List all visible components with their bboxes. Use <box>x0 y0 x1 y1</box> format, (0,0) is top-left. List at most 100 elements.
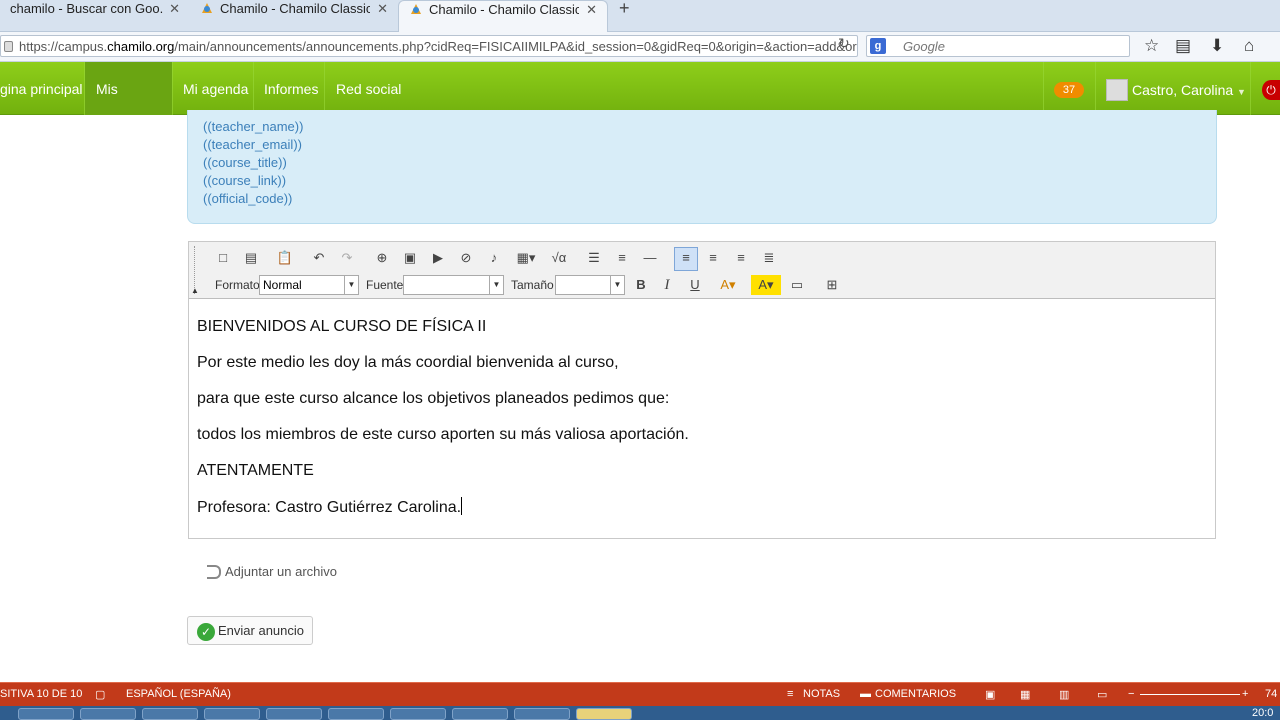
templates-icon[interactable]: ▤ <box>241 248 261 268</box>
bulleted-list-icon[interactable]: ☰ <box>584 248 604 268</box>
font-select[interactable]: ▼ <box>403 275 504 295</box>
taskbar-app-icon[interactable] <box>18 708 74 720</box>
tag-course-title: ((course_title)) <box>203 155 287 170</box>
size-select[interactable]: ▼ <box>555 275 625 295</box>
url-rest: /main/announcements/announcements.php?ci… <box>174 39 858 54</box>
close-icon[interactable]: ✕ <box>377 1 388 17</box>
chamilo-favicon-icon <box>200 1 214 15</box>
editor-toolbar: ▲ □ ▤ 📋 ↶ ↷ ⊕ ▣ ▶ ⊘ ♪ ▦▾ √α ☰ ≡ — ≡ ≡ ≡ … <box>189 242 1215 299</box>
format-value: Normal <box>263 278 302 292</box>
normal-view-icon[interactable]: ▣ <box>985 688 995 701</box>
taskbar-app-icon[interactable] <box>80 708 136 720</box>
taskbar-app-icon[interactable] <box>204 708 260 720</box>
italic-icon[interactable]: I <box>657 275 677 295</box>
tag-teacher-name: ((teacher_name)) <box>203 119 304 134</box>
redo-icon[interactable]: ↷ <box>337 248 357 268</box>
nav-my-courses[interactable]: Mis cursos <box>85 62 172 151</box>
send-announcement-button[interactable]: ✓ Enviar anuncio <box>187 616 313 645</box>
undo-icon[interactable]: ↶ <box>309 248 329 268</box>
zoom-out-icon[interactable]: − <box>1128 688 1134 700</box>
reading-view-icon[interactable]: ▥ <box>1059 688 1069 701</box>
fullscreen-icon[interactable]: ⊞ <box>822 275 842 295</box>
tag-teacher-email: ((teacher_email)) <box>203 137 302 152</box>
taskbar-app-icon[interactable] <box>142 708 198 720</box>
paste-icon[interactable]: 📋 <box>275 248 295 268</box>
table-icon[interactable]: ▦▾ <box>512 248 540 268</box>
spellcheck-icon[interactable]: ▢ <box>95 688 105 701</box>
skype-icon[interactable] <box>452 708 508 720</box>
chevron-down-icon: ▼ <box>610 276 624 294</box>
editor-content[interactable]: BIENVENIDOS AL CURSO DE FÍSICA II Por es… <box>197 317 1207 533</box>
bookmarks-list-icon[interactable]: ▤ <box>1175 36 1191 56</box>
zoom-in-icon[interactable]: + <box>1242 688 1248 700</box>
bookmark-star-icon[interactable]: ☆ <box>1144 36 1159 56</box>
audio-icon[interactable]: ♪ <box>484 248 504 268</box>
taskbar-app-icon[interactable] <box>328 708 384 720</box>
clock: 20:0 <box>1252 707 1274 719</box>
address-input[interactable]: https://campus.chamilo.org/main/announce… <box>0 35 858 57</box>
search-input[interactable]: g Google <box>866 35 1130 57</box>
collapse-toolbar-icon[interactable]: ▲ <box>191 286 199 295</box>
align-left-icon[interactable]: ≡ <box>674 247 698 271</box>
align-right-icon[interactable]: ≡ <box>731 248 751 268</box>
tag-course-link: ((course_link)) <box>203 173 287 188</box>
align-justify-icon[interactable]: ≣ <box>759 248 779 268</box>
reload-icon[interactable]: ↻ <box>838 35 850 52</box>
taskbar-app-icon[interactable] <box>576 708 632 720</box>
content-line: para que este curso alcance los objetivo… <box>197 390 670 407</box>
download-icon[interactable]: ⬇ <box>1210 36 1224 56</box>
language-indicator[interactable]: ESPAÑOL (ESPAÑA) <box>126 688 231 700</box>
source-code-icon[interactable]: ▭ <box>787 275 807 295</box>
close-icon[interactable]: ✕ <box>169 1 180 17</box>
attach-file-link[interactable]: Adjuntar un archivo <box>207 564 337 579</box>
flash-icon[interactable]: ⊘ <box>456 248 476 268</box>
tab-chamilo-1[interactable]: Chamilo - Chamilo Classic ... ✕ <box>190 0 398 32</box>
search-placeholder: Google <box>903 39 945 54</box>
video-icon[interactable]: ▶ <box>428 248 448 268</box>
firefox-icon[interactable] <box>266 708 322 720</box>
caret-down-icon: ▼ <box>1237 87 1246 97</box>
avatar[interactable] <box>1106 79 1128 101</box>
content-line: BIENVENIDOS AL CURSO DE FÍSICA II <box>197 318 487 335</box>
tab-title: Chamilo - Chamilo Classic ... <box>220 1 370 16</box>
home-icon[interactable]: ⌂ <box>1244 36 1254 56</box>
tab-chamilo-active[interactable]: Chamilo - Chamilo Classic ... ✕ <box>398 0 608 32</box>
powerpoint-icon[interactable] <box>514 708 570 720</box>
text-caret <box>461 497 463 515</box>
image-icon[interactable]: ▣ <box>400 248 420 268</box>
slideshow-icon[interactable]: ▭ <box>1097 688 1107 701</box>
comments-button[interactable]: COMENTARIOS <box>875 688 956 700</box>
text-color-icon[interactable]: A▾ <box>713 275 743 295</box>
bold-icon[interactable]: B <box>631 275 651 295</box>
new-tab-button[interactable]: + <box>619 0 630 19</box>
tab-google-search[interactable]: chamilo - Buscar con Goo... ✕ <box>0 0 190 32</box>
nav-agenda[interactable]: Mi agenda <box>172 62 259 115</box>
highlight-color-icon[interactable]: A▾ <box>751 275 781 295</box>
notes-icon: ≡ <box>787 688 794 700</box>
align-center-icon[interactable]: ≡ <box>703 248 723 268</box>
user-menu[interactable]: Castro, Carolina ▼ <box>1132 82 1246 98</box>
notes-button[interactable]: NOTAS <box>803 688 840 700</box>
math-formula-icon[interactable]: √α <box>549 248 569 268</box>
close-icon[interactable]: ✕ <box>586 2 597 18</box>
link-icon[interactable]: ⊕ <box>372 248 392 268</box>
tab-title: Chamilo - Chamilo Classic ... <box>429 2 579 17</box>
horizontal-rule-icon[interactable]: — <box>640 248 660 268</box>
nav-social[interactable]: Red social <box>325 62 412 115</box>
nav-home[interactable]: gina principal <box>0 62 94 115</box>
nav-reports[interactable]: Informes <box>253 62 329 115</box>
numbered-list-icon[interactable]: ≡ <box>612 248 632 268</box>
zoom-slider[interactable] <box>1140 694 1240 695</box>
underline-icon[interactable]: U <box>685 275 705 295</box>
tab-title: chamilo - Buscar con Goo... <box>10 1 164 16</box>
taskbar-app-icon[interactable] <box>390 708 446 720</box>
size-label: Tamaño <box>511 278 554 292</box>
format-select[interactable]: Normal ▼ <box>259 275 359 295</box>
slide-sorter-icon[interactable]: ▦ <box>1020 688 1030 701</box>
rich-text-editor: ▲ □ ▤ 📋 ↶ ↷ ⊕ ▣ ▶ ⊘ ♪ ▦▾ √α ☰ ≡ — ≡ ≡ ≡ … <box>188 241 1216 539</box>
chevron-down-icon: ▼ <box>344 276 358 294</box>
logout-icon[interactable]: ⏻ <box>1262 80 1280 100</box>
notification-badge[interactable]: 37 <box>1054 82 1084 98</box>
new-page-icon[interactable]: □ <box>213 248 233 268</box>
slide-indicator: SITIVA 10 DE 10 <box>0 688 83 700</box>
